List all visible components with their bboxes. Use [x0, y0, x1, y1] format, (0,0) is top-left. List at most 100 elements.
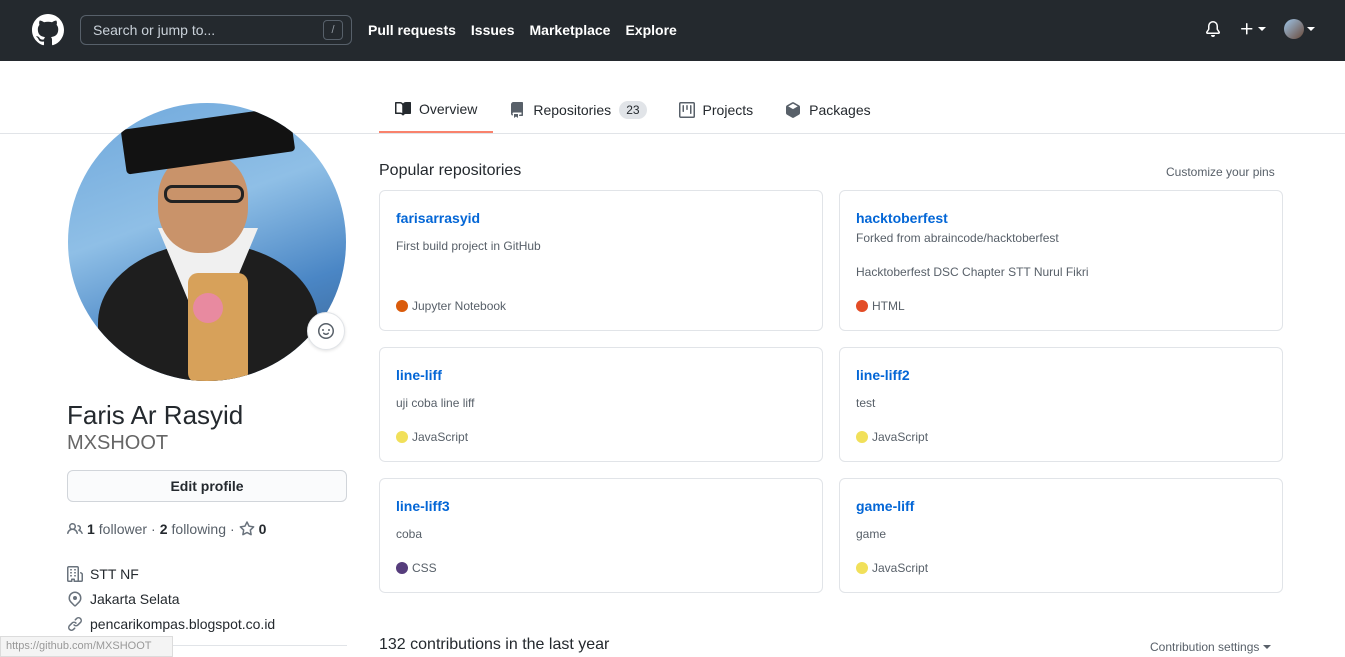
repo-description: uji coba line liff	[396, 396, 475, 410]
book-icon	[395, 101, 411, 116]
language-label: HTML	[872, 299, 905, 313]
project-icon	[678, 102, 695, 118]
tab-overview[interactable]: Overview	[379, 87, 494, 133]
contribution-settings-label: Contribution settings	[1150, 640, 1260, 654]
tab-projects[interactable]: Projects	[663, 87, 770, 133]
chevron-down-icon	[1263, 645, 1272, 649]
repo-count-badge: 23	[619, 101, 647, 119]
language-label: CSS	[412, 561, 437, 575]
repo-description: coba	[396, 527, 423, 541]
repo-card: line-liff uji coba line liff JavaScript	[379, 347, 823, 462]
nav-explore[interactable]: Explore	[625, 22, 676, 38]
avatar-glasses	[164, 185, 244, 203]
nav-pull-requests[interactable]: Pull requests	[368, 22, 456, 38]
nav-marketplace[interactable]: Marketplace	[530, 22, 611, 38]
following-label[interactable]: following	[172, 521, 226, 537]
repo-description: Hacktoberfest DSC Chapter STT Nurul Fikr…	[856, 265, 1089, 279]
language-color-dot	[396, 300, 408, 312]
profile-tabs: Overview Repositories 23 Projects Packag…	[379, 87, 887, 133]
stars-count[interactable]: 0	[259, 521, 267, 537]
nav-issues[interactable]: Issues	[471, 22, 515, 38]
chevron-down-icon	[1258, 27, 1266, 31]
repo-description: test	[856, 396, 876, 410]
repo-description: First build project in GitHub	[396, 239, 541, 253]
profile-location: Jakarta Selata	[67, 586, 275, 611]
separator-dot: ·	[151, 521, 156, 537]
language-color-dot	[856, 562, 868, 574]
main-nav: Pull requests Issues Marketplace Explore	[368, 22, 677, 38]
repo-fork-note: Forked from abraincode/hacktoberfest	[856, 231, 1059, 245]
header-actions	[1205, 19, 1315, 39]
customize-pins-link[interactable]: Customize your pins	[1166, 165, 1275, 179]
repo-language: JavaScript	[396, 430, 468, 444]
repo-card: line-liff3 coba CSS	[379, 478, 823, 593]
people-icon	[67, 522, 83, 535]
package-icon	[786, 102, 801, 118]
github-logo-icon[interactable]	[32, 14, 64, 46]
repo-language: CSS	[396, 561, 437, 575]
create-new-menu[interactable]	[1239, 21, 1266, 37]
repo-name-link[interactable]: hacktoberfest	[856, 210, 948, 226]
language-color-dot	[856, 431, 868, 443]
avatar-rose	[193, 293, 223, 323]
repo-language: JavaScript	[856, 561, 928, 575]
location-text: Jakarta Selata	[90, 590, 180, 607]
profile-details: STT NF Jakarta Selata pencarikompas.blog…	[67, 561, 275, 636]
link-icon	[68, 616, 82, 631]
contributions-heading: 132 contributions in the last year	[379, 636, 610, 653]
repo-name-link[interactable]: game-liff	[856, 498, 914, 514]
repo-icon	[511, 102, 524, 118]
repo-description: game	[856, 527, 887, 541]
profile-avatar[interactable]	[68, 103, 346, 381]
repo-card: hacktoberfest Forked from abraincode/hac…	[839, 190, 1283, 331]
organization-icon	[67, 565, 83, 582]
repo-card: line-liff2 test JavaScript	[839, 347, 1283, 462]
tab-repositories[interactable]: Repositories 23	[493, 87, 662, 133]
repo-language: Jupyter Notebook	[396, 299, 506, 313]
search-placeholder: Search or jump to...	[93, 22, 216, 38]
repo-name-link[interactable]: line-liff3	[396, 498, 450, 514]
language-label: JavaScript	[412, 430, 469, 444]
search-shortcut-key: /	[323, 20, 343, 40]
profile-company: STT NF	[67, 561, 275, 586]
set-status-button[interactable]	[307, 312, 345, 350]
plus-icon	[1241, 23, 1253, 35]
repo-card: farisarrasyid First build project in Git…	[379, 190, 823, 331]
location-icon	[68, 590, 82, 607]
tab-label: Overview	[419, 101, 478, 117]
tab-label: Packages	[809, 102, 871, 118]
language-color-dot	[396, 562, 408, 574]
user-menu[interactable]	[1284, 19, 1315, 39]
company-text: STT NF	[90, 565, 139, 582]
bell-icon[interactable]	[1205, 20, 1221, 38]
language-label: JavaScript	[872, 561, 929, 575]
repo-name-link[interactable]: farisarrasyid	[396, 210, 480, 226]
profile-username: MXSHOOT	[67, 432, 169, 454]
edit-profile-button[interactable]: Edit profile	[67, 470, 347, 502]
repo-name-link[interactable]: line-liff	[396, 367, 442, 383]
avatar	[1284, 19, 1304, 39]
contribution-settings-dropdown[interactable]: Contribution settings	[1150, 640, 1272, 654]
star-icon[interactable]	[239, 521, 255, 537]
search-input[interactable]: Search or jump to... /	[80, 15, 352, 45]
followers-label[interactable]: follower	[99, 521, 147, 537]
repo-card: game-liff game JavaScript	[839, 478, 1283, 593]
tab-label: Repositories	[533, 102, 612, 118]
chevron-down-icon	[1307, 27, 1315, 31]
website-link[interactable]: pencarikompas.blogspot.co.id	[90, 616, 275, 632]
language-label: Jupyter Notebook	[412, 299, 507, 313]
tab-packages[interactable]: Packages	[769, 87, 886, 133]
tab-label: Projects	[702, 102, 754, 118]
profile-full-name: Faris Ar Rasyid	[67, 400, 244, 430]
followers-count[interactable]: 1	[87, 521, 95, 537]
following-count[interactable]: 2	[160, 521, 168, 537]
smiley-icon	[318, 323, 334, 339]
follow-stats: 1 follower · 2 following · 0	[67, 521, 266, 537]
language-color-dot	[396, 431, 408, 443]
separator-dot: ·	[230, 521, 235, 537]
language-label: JavaScript	[872, 430, 929, 444]
language-color-dot	[856, 300, 868, 312]
profile-website[interactable]: pencarikompas.blogspot.co.id	[67, 611, 275, 636]
repo-name-link[interactable]: line-liff2	[856, 367, 910, 383]
top-header: Search or jump to... / Pull requests Iss…	[0, 0, 1345, 61]
